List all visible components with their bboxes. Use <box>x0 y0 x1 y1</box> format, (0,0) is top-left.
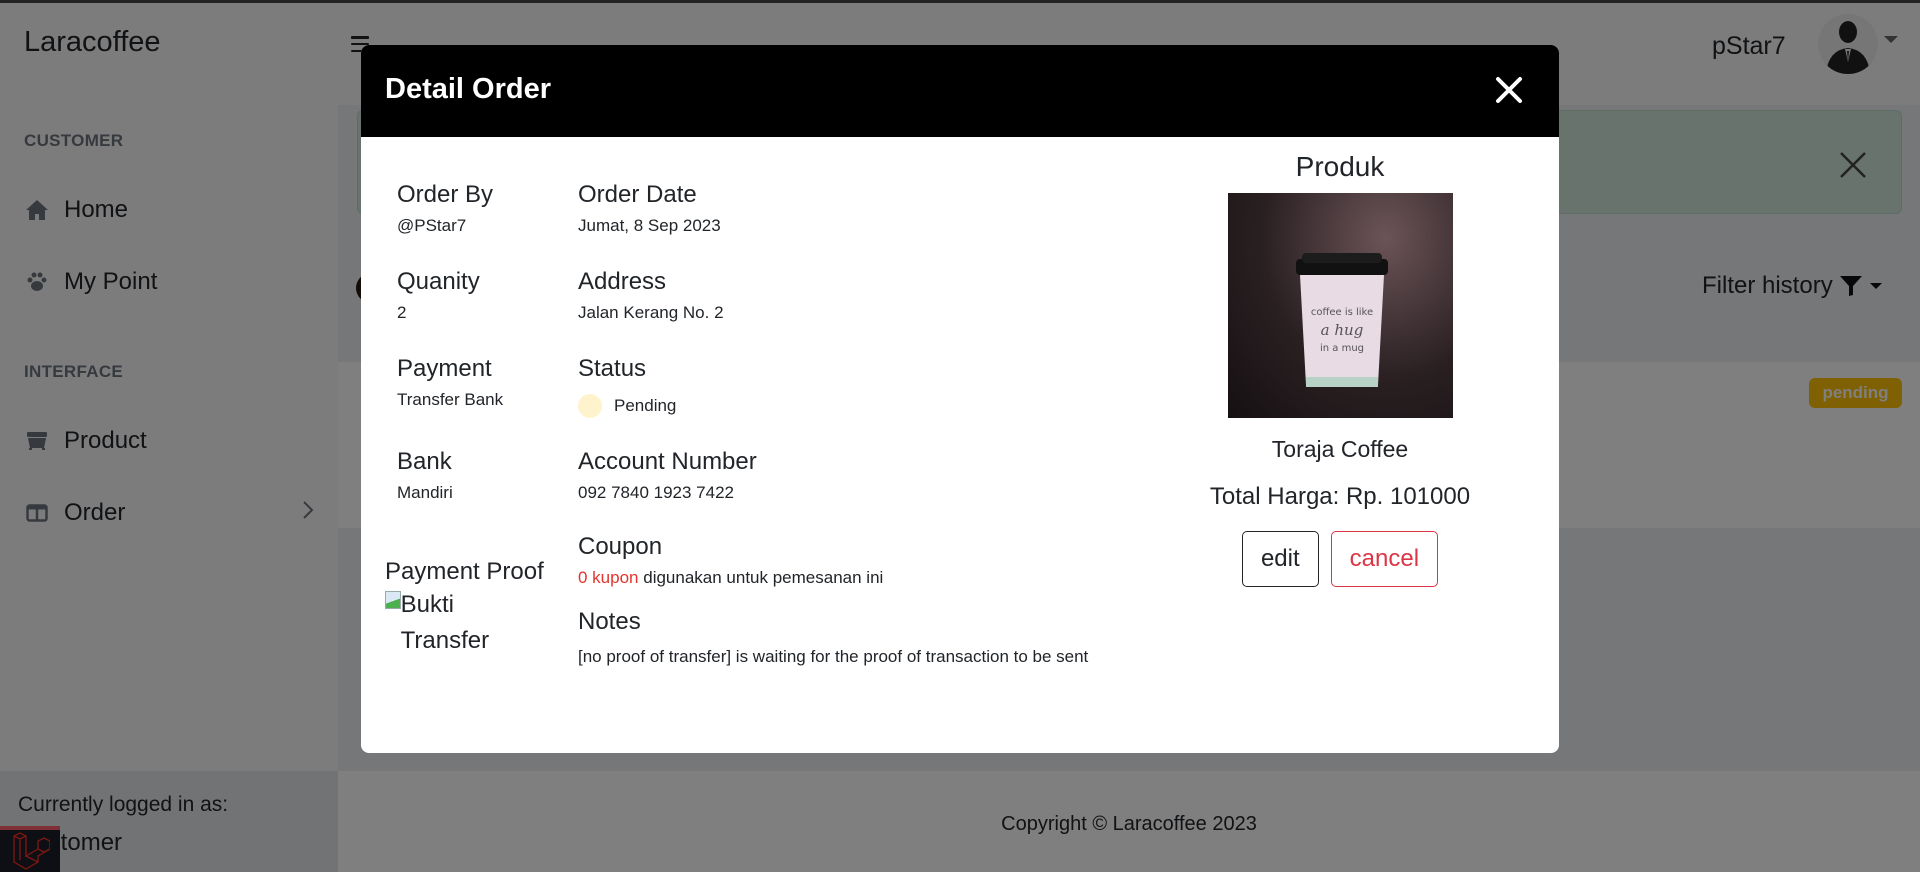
modal-header: Detail Order <box>361 45 1559 137</box>
field-order-date: Order Date Jumat, 8 Sep 2023 <box>578 181 721 236</box>
payment-proof-image[interactable]: Bukti Transfer <box>385 587 545 659</box>
product-heading: Produk <box>1295 151 1385 182</box>
field-label: Notes <box>578 608 641 635</box>
field-label: Coupon <box>578 533 663 560</box>
close-icon[interactable] <box>1495 76 1523 104</box>
field-payment-proof: Payment Proof Bukti Transfer <box>385 558 545 659</box>
field-value: Jumat, 8 Sep 2023 <box>578 215 721 235</box>
field-label: Payment <box>397 355 492 382</box>
coupon-text: digunakan untuk pemesanan ini <box>643 567 884 587</box>
field-label: Order By <box>397 181 494 208</box>
field-bank: Bank Mandiri <box>397 448 453 503</box>
field-value: 092 7840 1923 7422 <box>578 482 734 502</box>
field-value: Mandiri <box>397 482 453 502</box>
field-status: Status Pending <box>578 355 676 418</box>
product-name: Toraja Coffee <box>1271 436 1409 462</box>
field-notes: Notes [no proof of transfer] is waiting … <box>578 608 1108 670</box>
cup-text-line: in a mug <box>1319 343 1363 354</box>
cup-text-line: coffee is like <box>1310 307 1372 318</box>
field-value: Jalan Kerang No. 2 <box>578 302 724 322</box>
detail-order-modal: Detail Order Order By @PStar7 Quanity 2 … <box>361 45 1559 753</box>
field-coupon: Coupon 0 kupon digunakan untuk pemesanan… <box>578 533 883 588</box>
product-panel: Produk coffee is like a hug in a mug Tor… <box>1183 137 1497 587</box>
field-value: Transfer Bank <box>397 389 504 409</box>
field-label: Account Number <box>578 448 757 475</box>
field-order-by: Order By @PStar7 <box>397 181 493 236</box>
coffee-cup-illustration: coffee is like a hug in a mug <box>1295 253 1388 387</box>
field-label: Order Date <box>578 181 697 208</box>
coupon-count: 0 kupon <box>578 567 639 587</box>
field-value: 2 <box>397 302 407 322</box>
field-label: Payment Proof <box>385 558 544 585</box>
field-value: @PStar7 <box>397 215 467 235</box>
payment-proof-alt: Bukti Transfer <box>400 590 490 654</box>
field-address: Address Jalan Kerang No. 2 <box>578 268 724 323</box>
cup-text-line: a hug <box>1320 321 1363 339</box>
status-value: Pending <box>614 395 677 415</box>
field-payment: Payment Transfer Bank <box>397 355 503 410</box>
edit-button[interactable]: edit <box>1241 531 1319 587</box>
product-total-price: Total Harga: Rp. 101000 <box>1209 483 1471 510</box>
product-image: coffee is like a hug in a mug <box>1227 193 1453 418</box>
field-quantity: Quanity 2 <box>397 268 480 323</box>
modal-actions: edit cancel <box>1183 531 1497 587</box>
field-value: 0 kupon digunakan untuk pemesanan ini <box>578 568 883 588</box>
modal-title: Detail Order <box>385 73 551 105</box>
field-value: [no proof of transfer] is waiting for th… <box>578 646 1089 666</box>
status-dot-icon <box>578 393 602 418</box>
field-account-number: Account Number 092 7840 1923 7422 <box>578 448 757 503</box>
field-label: Status <box>578 355 647 382</box>
broken-image-icon <box>385 590 401 609</box>
field-label: Bank <box>397 448 452 475</box>
cancel-button[interactable]: cancel <box>1330 531 1439 587</box>
field-label: Address <box>578 268 667 295</box>
field-label: Quanity <box>397 268 480 295</box>
